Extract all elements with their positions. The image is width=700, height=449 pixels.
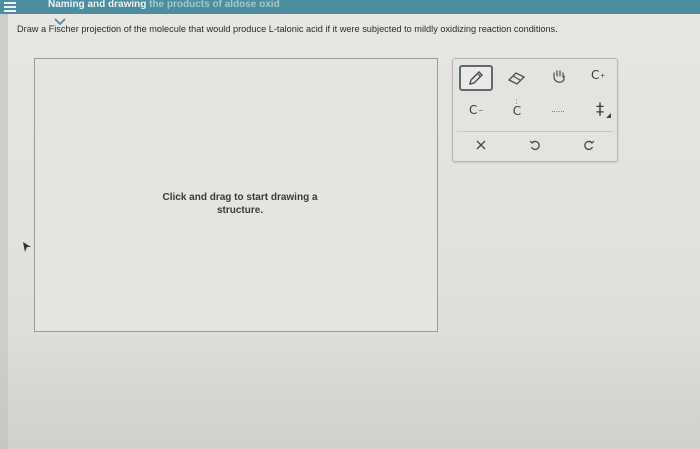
undo-tool[interactable] bbox=[525, 135, 545, 155]
bond-tool[interactable]: ‡ bbox=[587, 96, 613, 120]
canvas-hint-line1: Click and drag to start drawing a bbox=[162, 192, 318, 203]
negative-charge-sup: − bbox=[478, 105, 484, 115]
assignment-title: Naming and drawing the products of aldos… bbox=[48, 0, 280, 10]
question-prompt: Draw a Fischer projection of the molecul… bbox=[17, 24, 558, 34]
drawing-toolbar: C + C − : C ...... ‡ bbox=[452, 58, 618, 162]
move-tool[interactable] bbox=[547, 66, 571, 88]
radical-tool[interactable]: ...... bbox=[541, 99, 575, 119]
mouse-cursor-icon bbox=[23, 242, 31, 252]
corner-triangle-icon bbox=[606, 113, 611, 118]
close-icon bbox=[476, 140, 486, 150]
left-rail bbox=[0, 14, 8, 449]
canvas-hint: Click and drag to start drawing a struct… bbox=[140, 191, 340, 217]
bond-label: ‡ bbox=[596, 98, 604, 118]
redo-icon bbox=[584, 140, 595, 151]
positive-charge-label: C bbox=[590, 68, 600, 82]
drawing-canvas[interactable]: Click and drag to start drawing a struct… bbox=[34, 58, 438, 332]
page: Naming and drawing the products of aldos… bbox=[0, 0, 700, 449]
hand-icon bbox=[553, 70, 565, 83]
pencil-icon bbox=[469, 71, 483, 85]
negative-charge-tool[interactable]: C − bbox=[463, 99, 489, 121]
assignment-title-text: Naming and drawing bbox=[48, 0, 147, 10]
positive-charge-tool[interactable]: C + bbox=[585, 64, 611, 86]
menu-icon[interactable] bbox=[4, 2, 16, 12]
toolbar-divider bbox=[457, 131, 613, 132]
undo-icon bbox=[529, 140, 540, 151]
clear-tool[interactable] bbox=[471, 135, 491, 155]
positive-charge-sup: + bbox=[600, 70, 606, 80]
lone-pair-tool[interactable]: : C bbox=[505, 96, 529, 120]
radical-label: ...... bbox=[551, 104, 565, 114]
lighting-shade bbox=[0, 329, 700, 449]
assignment-title-overflow: the products of aldose oxid bbox=[146, 0, 280, 10]
redo-tool[interactable] bbox=[579, 135, 599, 155]
eraser-icon bbox=[507, 72, 526, 85]
lone-pair-label: C bbox=[512, 104, 522, 118]
eraser-tool[interactable] bbox=[505, 67, 529, 89]
negative-charge-label: C bbox=[468, 103, 478, 117]
header-bar: Naming and drawing the products of aldos… bbox=[0, 0, 700, 14]
canvas-hint-line2: structure. bbox=[216, 205, 264, 216]
pencil-tool[interactable] bbox=[459, 65, 493, 91]
